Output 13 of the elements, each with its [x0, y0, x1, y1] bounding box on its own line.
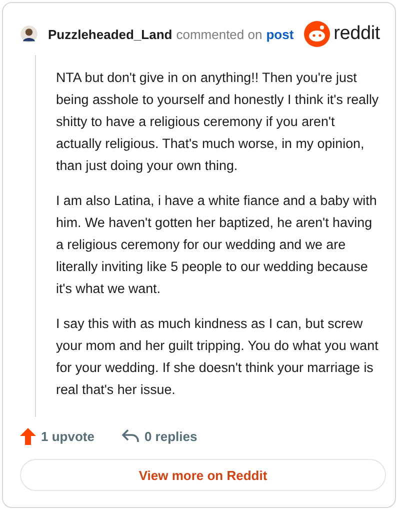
upvote-count: 1 upvote	[41, 428, 94, 444]
author-name[interactable]: Puzzleheaded_Land	[48, 26, 172, 42]
reply-count: 0 replies	[144, 428, 198, 444]
reply-icon[interactable]	[122, 429, 140, 443]
upvote-icon[interactable]	[20, 428, 36, 444]
comment-paragraph: I say this with as much kindness as I can, but screw your mom and her guilt tripping. You do what you want for your wedding. If she doesn't think your marriage is real that's her issue.	[56, 315, 380, 399]
action-text: commented on	[176, 26, 262, 42]
view-more-button[interactable]: View more on Reddit	[20, 459, 386, 491]
comment-paragraph: I am also Latina, i have a white fiance and a baby with him. We haven't gotten her baptized, he aren't having a religious ceremony for our wedding and we are literally inviting like 5 people to our wedding because it's what we want.	[56, 192, 378, 298]
post-link[interactable]: post	[266, 26, 294, 42]
brand-name: reddit	[334, 23, 380, 45]
reddit-logo-icon	[304, 21, 330, 47]
comment-paragraph: NTA but don't give in on anything!! Then you're just being asshole to yourself and honestly I think it's really shitty to have a religious ceremony if you aren't actually religious. That's much worse, in my opinion, than just doing your own thing.	[56, 69, 380, 175]
